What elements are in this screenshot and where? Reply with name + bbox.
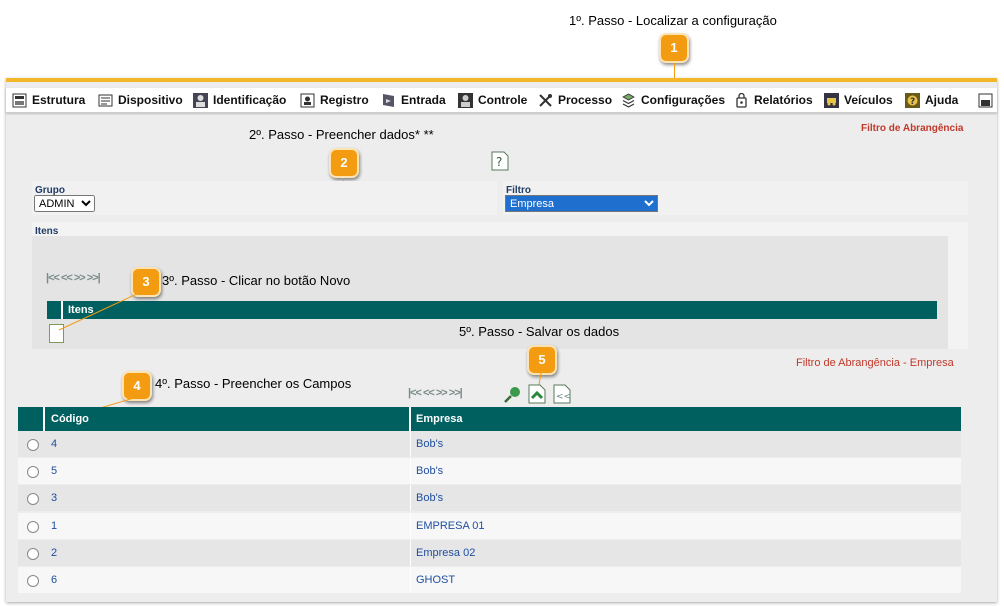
menu-label: Dispositivo [118,93,183,107]
step1-badge: 1 [659,33,689,63]
cell-divider [410,485,411,511]
menu-processo[interactable]: Processo [538,91,612,109]
help-document-icon[interactable]: ? [491,151,509,176]
codigo-cell: 4 [51,438,58,450]
cell-divider [410,513,411,539]
step5-caption: 5º. Passo - Salvar os dados [459,324,620,339]
menu-label: Registro [320,93,369,107]
items-table-header: Itens [47,301,937,319]
menu-label: Configurações [641,93,726,107]
step4-caption: 4º. Passo - Preencher os Campos [155,376,352,391]
row-radio[interactable] [27,439,39,451]
items-pagination[interactable]: |<< << >> >>| [46,272,101,284]
menu-more[interactable]: S [978,91,997,109]
cancel-icon[interactable]: << [553,384,571,409]
reports-icon [734,92,749,108]
filtro-panel: Filtro Empresa [503,181,968,215]
row-radio[interactable] [27,521,39,533]
step5-badge: 5 [527,345,557,375]
entry-icon [381,93,396,108]
menu-entrada[interactable]: Entrada [381,91,446,109]
menu-bar: Estrutura Dispositivo Identificação Regi… [6,88,997,113]
search-icon[interactable] [503,385,523,408]
identification-icon [193,92,208,108]
table-row[interactable]: 2 Empresa 02 [18,540,961,566]
codigo-cell: 3 [51,492,58,504]
table-row[interactable]: 6 GHOST [18,567,961,593]
step2-caption: 2º. Passo - Preencher dados* ** [249,127,434,142]
menu-dispositivo[interactable]: Dispositivo [98,91,183,109]
table-row[interactable]: 1 EMPRESA 01 [18,513,961,539]
row-radio[interactable] [27,548,39,560]
menu-veiculos[interactable]: Veículos [824,91,893,109]
process-icon [538,93,553,108]
menu-label: Ajuda [925,93,959,107]
control-icon [458,92,473,108]
table-row[interactable]: 5 Bob's [18,458,961,484]
menu-label: Processo [558,93,613,107]
step3-caption: 3º. Passo - Clicar no botão Novo [162,273,351,288]
save-icon[interactable] [528,384,546,409]
cell-divider [410,540,411,566]
svg-text:<<: << [556,392,571,402]
structure-icon [12,93,27,108]
cell-divider [410,458,411,484]
vehicles-icon [824,92,839,108]
menu-label: Identificação [213,93,287,107]
main-pagination[interactable]: |<< << >> >>| [408,387,463,399]
step2-badge: 2 [329,148,359,178]
register-icon [300,93,315,108]
codigo-cell: 2 [51,547,58,559]
header-divider [43,407,45,431]
empresa-cell: Bob's [416,492,444,504]
main-table-header: Código Empresa [18,407,961,431]
device-icon [98,93,113,108]
filtro-select[interactable]: Empresa [505,195,658,212]
settings-icon [621,93,636,108]
cell-divider [410,567,411,593]
menu-ajuda[interactable]: ? Ajuda [905,91,958,109]
menu-relatorios[interactable]: Relatórios [734,91,813,109]
menu-identificacao[interactable]: Identificação [193,91,286,109]
row-radio[interactable] [27,575,39,587]
column-empresa[interactable]: Empresa [416,413,462,425]
menu-label: Estrutura [32,93,86,107]
help-icon: ? [905,92,920,108]
step1-caption: 1º. Passo - Localizar a configuração [569,13,777,28]
empresa-cell: Empresa 02 [416,547,476,559]
menu-controle[interactable]: Controle [458,91,527,109]
row-radio[interactable] [27,466,39,478]
header-divider [409,407,411,431]
empresa-cell: GHOST [416,574,456,586]
menu-estrutura[interactable]: Estrutura [12,91,85,109]
svg-text:?: ? [496,155,502,169]
column-codigo[interactable]: Código [51,413,89,425]
codigo-cell: 1 [51,520,58,532]
empresa-cell: Bob's [416,465,444,477]
menu-label: Controle [478,93,528,107]
step3-connector [58,291,142,331]
menu-label: Veículos [844,93,893,107]
menu-label: Relatórios [754,93,813,107]
row-radio[interactable] [27,493,39,505]
codigo-cell: 6 [51,574,58,586]
empresa-cell: EMPRESA 01 [416,520,485,532]
grupo-select[interactable]: ADMIN [34,195,95,212]
svg-text:?: ? [910,97,915,107]
grupo-panel: Grupo ADMIN [32,181,497,215]
menu-registro[interactable]: Registro [300,91,369,109]
table-row[interactable]: 4 Bob's [18,431,961,457]
table-row[interactable]: 3 Bob's [18,485,961,511]
codigo-cell: 5 [51,465,58,477]
filter-scope-link[interactable]: Filtro de Abrangência [861,123,963,134]
empresa-cell: Bob's [416,438,444,450]
menu-configuracoes[interactable]: Configurações [621,91,725,109]
cell-divider [410,431,411,457]
menu-label: Entrada [401,93,446,107]
filter-scope-company-link[interactable]: Filtro de Abrangência - Empresa [796,357,954,369]
more-icon [978,93,993,108]
